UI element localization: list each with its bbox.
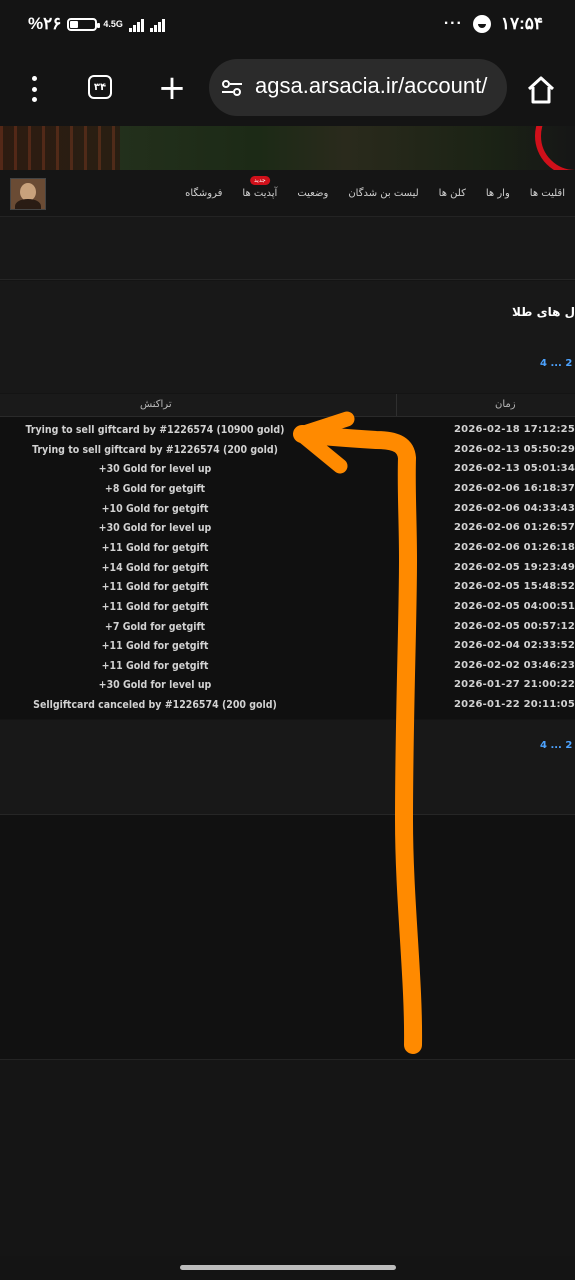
transactions-table: تراکنش زمان Trying to sell giftcard by #…: [0, 394, 575, 719]
home-icon[interactable]: [526, 76, 556, 104]
table-row: +11 Gold for getgift 2026-02-02 03:46:23: [0, 660, 575, 680]
time-cell: 2026-02-05 15:48:52: [454, 581, 575, 593]
transaction-cell: +14 Gold for getgift: [101, 561, 209, 574]
time-cell: 2026-02-06 16:18:37: [454, 482, 575, 494]
table-row: +30 Gold for level up 2026-02-06 01:26:57: [0, 522, 575, 542]
time-cell: 2026-01-22 20:11:05: [454, 699, 575, 711]
network-type: 4.5G: [103, 19, 123, 29]
home-gesture-handle[interactable]: [180, 1265, 396, 1270]
time-cell: 2026-02-06 01:26:57: [454, 522, 575, 534]
site-settings-icon[interactable]: [221, 79, 243, 97]
transaction-cell: Trying to sell giftcard by #1226574 (109…: [25, 424, 285, 436]
table-row: Trying to sell giftcard by #1226574 (109…: [0, 424, 575, 444]
transaction-cell: +8 Gold for getgift: [104, 482, 206, 495]
transaction-cell: Trying to sell giftcard by #1226574 (200…: [32, 443, 278, 456]
nav-item-updates-label: آپدیت ها: [242, 187, 278, 199]
nav-item-shop[interactable]: فروشگاه: [175, 188, 232, 199]
pagination-top[interactable]: 4 ... 2 ,1: [540, 358, 575, 369]
transaction-cell: +11 Gold for getgift: [101, 600, 209, 613]
transaction-cell: +30 Gold for level up: [98, 679, 212, 692]
transaction-cell: +30 Gold for level up: [98, 522, 212, 535]
table-row: +30 Gold for level up 2026-02-13 05:01:34: [0, 463, 575, 483]
site-nav: اقلیت ها وار ها کلن ها لیست بن شدگان وضع…: [0, 170, 575, 217]
logo-ring: [535, 126, 575, 176]
pagination-bottom[interactable]: 4 ... 2 ,1: [540, 740, 575, 751]
transaction-cell: +11 Gold for getgift: [101, 659, 209, 672]
tab-count: ۳۴: [93, 81, 107, 93]
notification-app-icon: [472, 15, 491, 33]
time-cell: 2026-02-05 04:00:51: [454, 600, 575, 612]
battery-icon: [67, 17, 101, 31]
battery-percent: %۲۶: [28, 14, 62, 33]
address-bar[interactable]: agsa.arsacia.ir/account/: [209, 59, 507, 116]
site-banner-image: [0, 126, 575, 176]
status-right: ··· ۱۷:۵۴: [444, 14, 543, 34]
time-cell: 2026-01-27 21:00:22: [454, 679, 575, 691]
user-avatar[interactable]: [10, 178, 46, 210]
transaction-cell: +11 Gold for getgift: [101, 541, 209, 554]
nav-item-wars[interactable]: وار ها: [476, 188, 520, 199]
transaction-cell: +10 Gold for getgift: [101, 502, 209, 515]
browser-toolbar: ۳۴ + agsa.arsacia.ir/account/: [0, 52, 575, 126]
nav-item-minorities[interactable]: اقلیت ها: [520, 188, 575, 199]
transaction-cell: +11 Gold for getgift: [101, 640, 209, 653]
new-tab-button[interactable]: +: [157, 68, 187, 108]
gold-transactions-section: ل های طلا 4 ... 2 ,1: [0, 281, 575, 393]
web-page: اقلیت ها وار ها کلن ها لیست بن شدگان وضع…: [0, 126, 575, 1256]
time-cell: 2026-02-02 03:46:23: [454, 659, 575, 671]
pagination-band: 4 ... 2 ,1: [0, 720, 575, 815]
tab-switcher-button[interactable]: ۳۴: [88, 75, 112, 99]
page-footer: [0, 1060, 575, 1256]
time-cell: 2026-02-13 05:50:29: [454, 443, 575, 455]
table-row: +11 Gold for getgift 2026-02-05 04:00:51: [0, 601, 575, 621]
time-cell: 2026-02-05 19:23:49: [454, 561, 575, 573]
nav-item-updates[interactable]: آپدیت ها جدید: [232, 175, 287, 199]
time-cell: 2026-02-06 01:26:18: [454, 541, 575, 553]
table-row: Trying to sell giftcard by #1226574 (200…: [0, 444, 575, 464]
nav-item-status[interactable]: وضعیت: [287, 188, 338, 199]
table-row: +8 Gold for getgift 2026-02-06 16:18:37: [0, 483, 575, 503]
transaction-cell: +7 Gold for getgift: [104, 620, 206, 633]
time-cell: 2026-02-04 02:33:52: [454, 640, 575, 652]
nav-links: اقلیت ها وار ها کلن ها لیست بن شدگان وضع…: [175, 170, 575, 216]
transaction-cell: Sellgiftcard canceled by #1226574 (200 g…: [33, 699, 277, 712]
transaction-cell: +11 Gold for getgift: [101, 581, 209, 594]
time-cell: 2026-02-06 04:33:43: [454, 502, 575, 514]
url-text: agsa.arsacia.ir/account/: [255, 73, 488, 98]
signal-icon: [128, 17, 144, 32]
menu-kebab-icon[interactable]: [23, 76, 45, 102]
table-row: +11 Gold for getgift 2026-02-06 01:26:18: [0, 542, 575, 562]
table-header: تراکنش زمان: [0, 394, 575, 417]
new-badge: جدید: [250, 175, 270, 185]
table-row: Sellgiftcard canceled by #1226574 (200 g…: [0, 699, 575, 719]
table-row: +30 Gold for level up 2026-01-27 21:00:22: [0, 679, 575, 699]
table-row: +11 Gold for getgift 2026-02-04 02:33:52: [0, 640, 575, 660]
nav-item-clans[interactable]: کلن ها: [429, 188, 476, 199]
section-title: ل های طلا: [511, 305, 575, 319]
signal-icon-2: [149, 17, 165, 32]
table-row: +11 Gold for getgift 2026-02-05 15:48:52: [0, 581, 575, 601]
header-transaction: تراکنش: [140, 399, 172, 410]
table-row: +10 Gold for getgift 2026-02-06 04:33:43: [0, 503, 575, 523]
table-row: +7 Gold for getgift 2026-02-05 00:57:12: [0, 621, 575, 641]
nav-item-banlist[interactable]: لیست بن شدگان: [338, 188, 428, 199]
spacer-band: [0, 217, 575, 280]
table-row: +14 Gold for getgift 2026-02-05 19:23:49: [0, 562, 575, 582]
time-cell: 2026-02-18 17:12:25: [454, 424, 575, 435]
gesture-bar: [0, 1256, 575, 1280]
transaction-cell: +30 Gold for level up: [98, 463, 212, 476]
status-left: %۲۶ 4.5G: [28, 14, 165, 34]
time-cell: 2026-02-05 00:57:12: [454, 620, 575, 632]
clock: ۱۷:۵۴: [500, 14, 543, 33]
status-bar: %۲۶ 4.5G ··· ۱۷:۵۴: [0, 0, 575, 52]
header-time: زمان: [495, 399, 516, 410]
more-notifications-icon: ···: [443, 15, 463, 32]
empty-content-area: [0, 815, 575, 1060]
time-cell: 2026-02-13 05:01:34: [454, 463, 575, 475]
